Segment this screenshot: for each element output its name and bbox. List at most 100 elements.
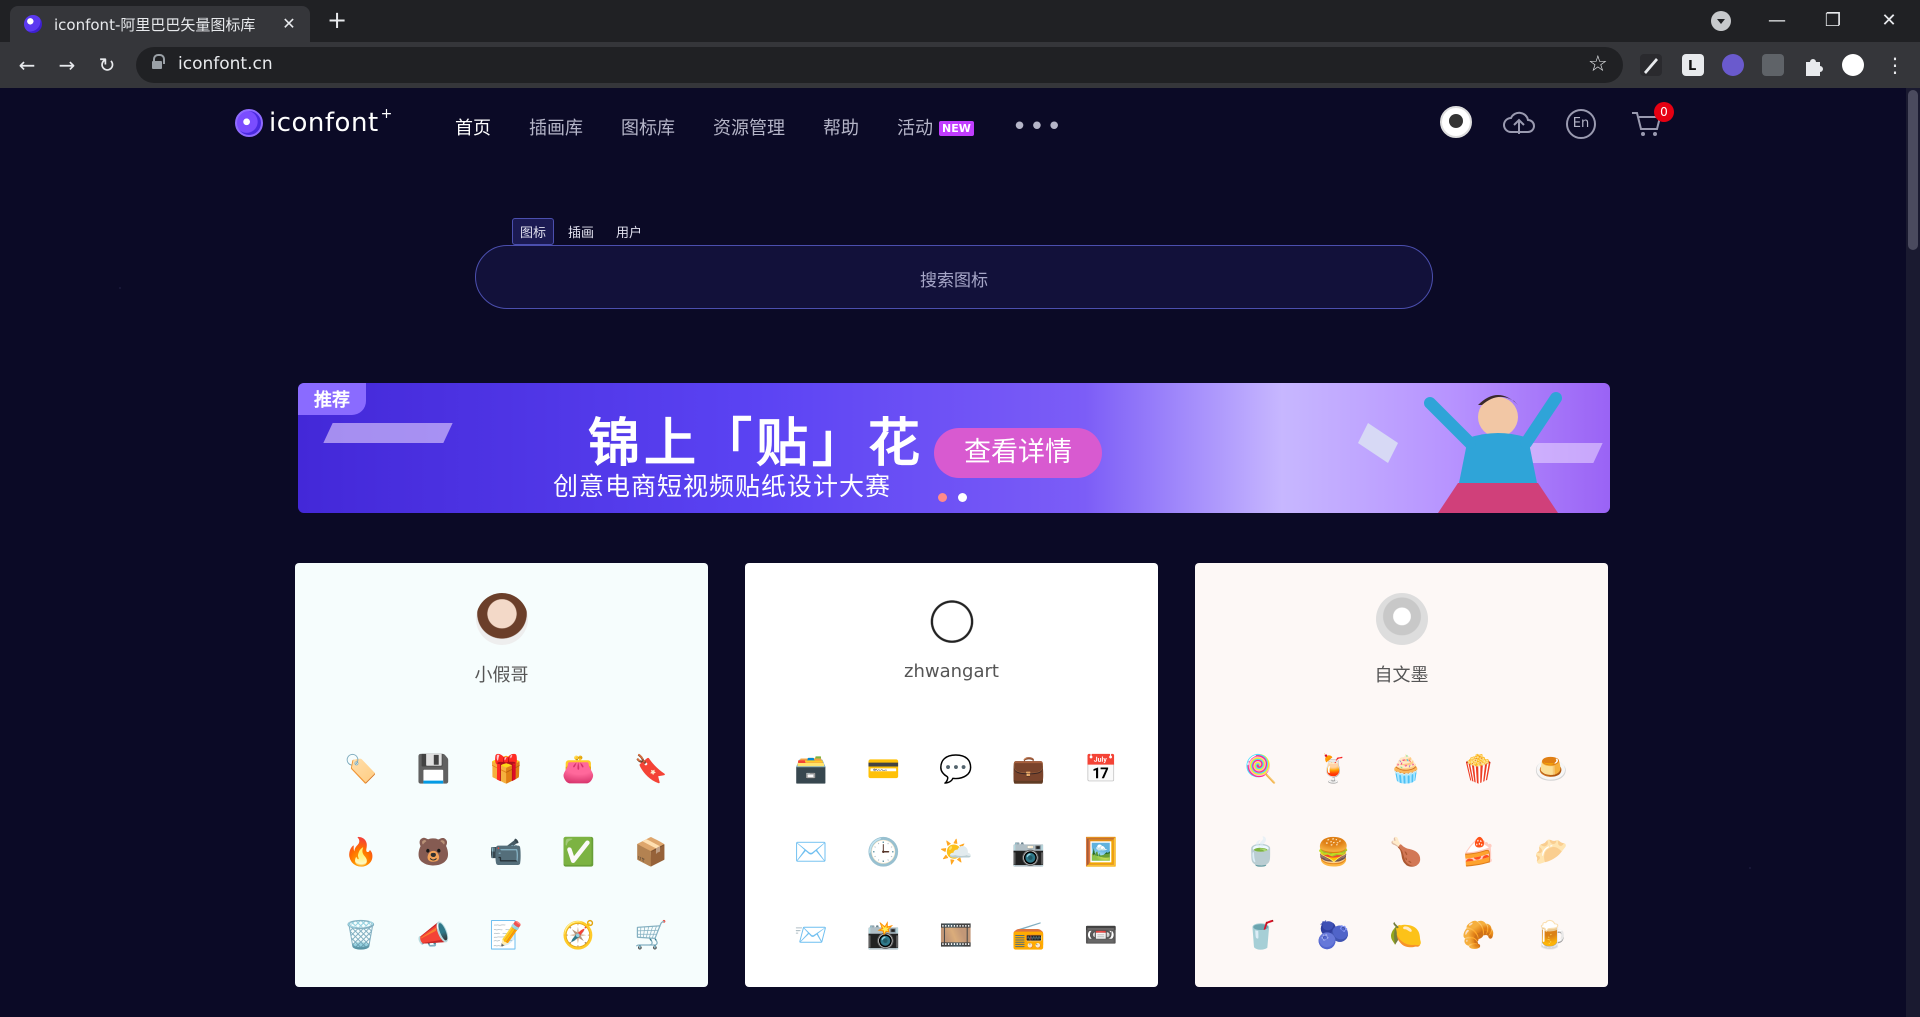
nav-activities[interactable]: 活动 NEW (897, 114, 974, 140)
weather-icon[interactable]: 🌤️ (920, 811, 992, 894)
nav-resource-management[interactable]: 资源管理 (713, 114, 785, 140)
card-icon[interactable]: 💳 (847, 728, 919, 811)
address-bar[interactable]: iconfont.cn ☆ (136, 47, 1623, 83)
envelope-icon[interactable]: 📨 (775, 894, 847, 977)
reload-button[interactable]: ↻ (92, 50, 122, 80)
megaphone-icon[interactable]: 📣 (397, 894, 469, 977)
page-scrollbar[interactable] (1906, 88, 1920, 1017)
maximize-button[interactable]: ❐ (1820, 8, 1846, 34)
iconfont-logo[interactable]: iconfont + (235, 106, 392, 138)
close-window-button[interactable]: ✕ (1876, 8, 1902, 34)
video-icon[interactable]: 📹 (470, 811, 542, 894)
lemon-icon[interactable]: 🍋 (1370, 894, 1442, 977)
search-input[interactable]: 搜索图标 (475, 245, 1433, 309)
fire-icon[interactable]: 🔥 (325, 811, 397, 894)
bookmark-star-icon[interactable]: 🔖 (615, 728, 687, 811)
dumpling-icon[interactable]: 🥟 (1515, 811, 1587, 894)
floppy-icon[interactable]: 💾 (397, 728, 469, 811)
page-body: iconfont + 首页 插画库 图标库 资源管理 帮助 活动 NEW ••• … (0, 88, 1920, 1017)
search-tab-illustrations[interactable]: 插画 (560, 218, 602, 245)
compass-icon[interactable]: 🧭 (542, 894, 614, 977)
popcorn-icon[interactable]: 🍿 (1442, 728, 1514, 811)
upload-button[interactable] (1502, 108, 1536, 142)
trash-icon[interactable]: 🗑️ (325, 894, 397, 977)
checklist-icon[interactable]: ✅ (542, 811, 614, 894)
puzzle-extensions-icon[interactable] (1802, 54, 1824, 76)
back-button[interactable]: ← (12, 50, 42, 80)
bag-icon[interactable]: 🐻 (397, 811, 469, 894)
briefcase-icon[interactable]: 💼 (992, 728, 1064, 811)
banner-dot[interactable] (938, 493, 947, 502)
designer-avatar[interactable] (476, 593, 528, 645)
scrollbar-thumb[interactable] (1908, 90, 1918, 250)
owl-extension-icon[interactable] (1722, 54, 1744, 76)
browser-menu-icon[interactable]: ⋮ (1880, 50, 1910, 80)
designer-name[interactable]: zhwangart (745, 661, 1158, 682)
message-icon[interactable]: 💬 (920, 728, 992, 811)
lollipop-icon[interactable]: 🍭 (1225, 728, 1297, 811)
tag-icon[interactable]: 🏷️ (325, 728, 397, 811)
clock-icon[interactable]: 🕒 (847, 811, 919, 894)
camera-icon[interactable]: 📷 (992, 811, 1064, 894)
gift-icon[interactable]: 🎁 (470, 728, 542, 811)
cupcake-icon[interactable]: 🧁 (1370, 728, 1442, 811)
tab-search-icon[interactable] (1711, 11, 1731, 31)
l-extension-icon[interactable]: L (1682, 54, 1704, 76)
beer-icon[interactable]: 🍺 (1515, 894, 1587, 977)
tab-close-icon[interactable]: ✕ (280, 15, 298, 33)
box-icon[interactable]: 📦 (615, 811, 687, 894)
note-icon[interactable]: 📝 (470, 894, 542, 977)
berries-icon[interactable]: 🫐 (1297, 894, 1369, 977)
designer-card[interactable]: 小假哥 🏷️ 💾 🎁 👛 🔖 🔥 🐻 📹 ✅ 📦 🗑️ 📣 📝 🧭 🛒 (295, 563, 708, 987)
designer-avatar[interactable] (926, 593, 978, 645)
cassette-icon[interactable]: 📼 (1065, 894, 1137, 977)
glasses-extension-icon[interactable] (1762, 54, 1784, 76)
nav-illustrations[interactable]: 插画库 (529, 114, 583, 140)
forward-button[interactable]: → (52, 50, 82, 80)
drink-icon[interactable]: 🥤 (1225, 894, 1297, 977)
film-icon[interactable]: 🎞️ (920, 894, 992, 977)
language-button[interactable]: En (1566, 109, 1596, 139)
calendar-icon[interactable]: 📅 (1065, 728, 1137, 811)
banner-cta-button[interactable]: 查看详情 (934, 428, 1102, 478)
promo-banner[interactable]: 推荐 锦上「贴」花 创意电商短视频贴纸设计大赛 查看详情 (298, 383, 1610, 513)
photo-camera-icon[interactable]: 📸 (847, 894, 919, 977)
drawer-icon[interactable]: 🗃️ (775, 728, 847, 811)
designer-card[interactable]: zhwangart 🗃️ 💳 💬 💼 📅 ✉️ 🕒 🌤️ 📷 🖼️ 📨 📸 🎞️… (745, 563, 1158, 987)
cake-icon[interactable]: 🍰 (1442, 811, 1514, 894)
new-tab-button[interactable]: + (325, 8, 349, 33)
radio-icon[interactable]: 📻 (992, 894, 1064, 977)
image-icon[interactable]: 🖼️ (1065, 811, 1137, 894)
designer-name[interactable]: 自文墨 (1195, 661, 1608, 687)
nav-icons[interactable]: 图标库 (621, 114, 675, 140)
designer-card[interactable]: 自文墨 🍭 🍹 🧁 🍿 🍮 🍵 🍔 🍗 🍰 🥟 🥤 🫐 🍋 🥐 🍺 (1195, 563, 1608, 987)
pen-extension-icon[interactable] (1640, 54, 1662, 76)
wallet-icon[interactable]: 👛 (542, 728, 614, 811)
croissant-icon[interactable]: 🥐 (1442, 894, 1514, 977)
more-menu-icon[interactable]: ••• (1012, 114, 1064, 140)
search-tab-icons[interactable]: 图标 (512, 218, 555, 245)
minimize-button[interactable]: — (1764, 8, 1790, 34)
tea-icon[interactable]: 🍵 (1225, 811, 1297, 894)
drumstick-icon[interactable]: 🍗 (1370, 811, 1442, 894)
bookmark-star-icon[interactable]: ☆ (1588, 52, 1608, 77)
designer-name[interactable]: 小假哥 (295, 661, 708, 687)
browser-tab[interactable]: iconfont-阿里巴巴矢量图标库 ✕ (10, 6, 310, 42)
search-tab-users[interactable]: 用户 (608, 218, 650, 245)
pudding-icon[interactable]: 🍮 (1515, 728, 1587, 811)
banner-character-illustration (1358, 392, 1562, 513)
lock-icon[interactable] (152, 54, 165, 71)
burger-icon[interactable]: 🍔 (1297, 811, 1369, 894)
cart-icon[interactable]: 🛒 (615, 894, 687, 977)
search-placeholder: 搜索图标 (920, 271, 988, 291)
url-text[interactable]: iconfont.cn (178, 54, 273, 74)
cart-button[interactable]: 0 (1630, 102, 1674, 142)
profile-avatar[interactable] (1842, 54, 1864, 76)
nav-help[interactable]: 帮助 (823, 114, 859, 140)
nav-home[interactable]: 首页 (455, 114, 491, 140)
designer-avatar[interactable] (1376, 593, 1428, 645)
cocktail-icon[interactable]: 🍹 (1297, 728, 1369, 811)
mail-icon[interactable]: ✉️ (775, 811, 847, 894)
user-avatar[interactable] (1440, 106, 1472, 138)
banner-dot-active[interactable] (958, 493, 967, 502)
